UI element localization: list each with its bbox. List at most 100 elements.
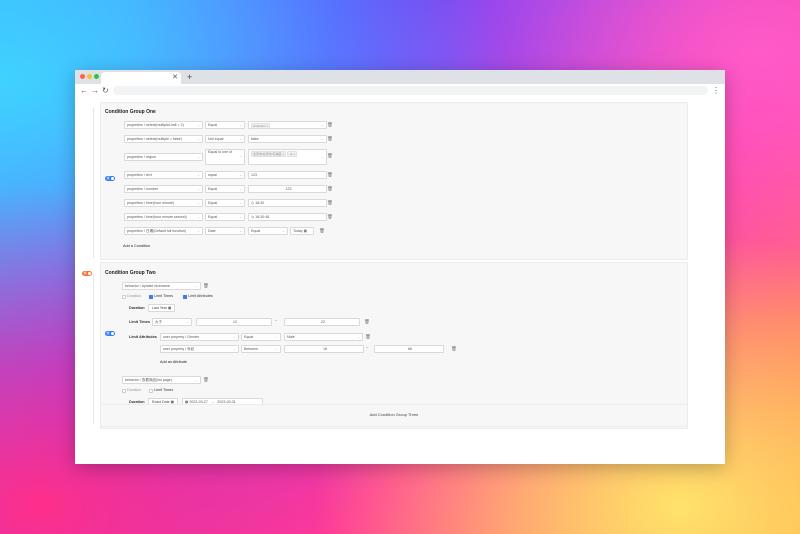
attribute-value-select[interactable]: Male ⌄ bbox=[284, 333, 363, 341]
property-select[interactable]: properties / select(multipleLimit = 2) ⌄ bbox=[124, 121, 203, 129]
group-two-outer-toggle[interactable]: 或 bbox=[82, 271, 92, 276]
duration-label: Duration bbox=[129, 306, 145, 310]
limit-times-min-input[interactable]: 12 bbox=[196, 318, 272, 326]
chevron-down-icon: ⌄ bbox=[238, 229, 242, 233]
attribute-property-select[interactable]: user property / 年纪 ⌄ bbox=[160, 345, 239, 353]
chevron-down-icon: ⌄ bbox=[320, 155, 324, 159]
attribute-property-select[interactable]: user property / Gender ⌄ bbox=[160, 333, 239, 341]
forward-icon[interactable]: → bbox=[91, 85, 99, 97]
browser-tab[interactable]: ✕ bbox=[101, 72, 181, 84]
chevron-down-icon: ⌄ bbox=[196, 201, 200, 205]
trash-icon[interactable]: 🗑 bbox=[365, 334, 371, 340]
text-value-input[interactable]: 123 bbox=[248, 171, 327, 179]
chevron-down-icon: ⌄ bbox=[185, 320, 189, 324]
time-value-input[interactable]: ◷ 18:30:48 bbox=[248, 213, 327, 221]
chevron-down-icon: ⌄ bbox=[320, 137, 324, 141]
property-select[interactable]: properties / time(hour minute) ⌄ bbox=[124, 199, 203, 207]
trash-icon[interactable]: 🗑 bbox=[364, 319, 370, 325]
chevron-down-icon: ⌄ bbox=[196, 137, 200, 141]
property-select[interactable]: properties / number ⌄ bbox=[124, 185, 203, 193]
back-icon[interactable]: ← bbox=[80, 85, 88, 97]
chevron-down-icon: ⌄ bbox=[238, 123, 242, 127]
minimize-window-dot[interactable] bbox=[87, 74, 92, 79]
date-value-input[interactable]: Today ▦ bbox=[290, 227, 314, 235]
group-one-logic-toggle[interactable]: 或 bbox=[105, 176, 115, 181]
operator-select[interactable]: Equal ⌄ bbox=[205, 199, 245, 207]
chevron-down-icon: ⌄ bbox=[196, 187, 200, 191]
time-value-input[interactable]: ◷ 18:30 bbox=[248, 199, 327, 207]
value-tag: Unknown × bbox=[251, 122, 271, 128]
behavior-select[interactable]: behavior / Update nickname ⌄ bbox=[122, 282, 201, 290]
behavior-select[interactable]: behavior / 查看商品(list page) ⌄ bbox=[122, 376, 201, 384]
limit-times-label: Limit Times bbox=[129, 320, 151, 324]
duration-checkbox[interactable] bbox=[122, 389, 126, 393]
chevron-down-icon: ⌄ bbox=[196, 215, 200, 219]
chevron-down-icon: ⌄ bbox=[196, 123, 200, 127]
add-attribute-button[interactable]: Add an Attribute bbox=[160, 360, 187, 364]
duration-checkbox[interactable] bbox=[122, 295, 126, 299]
limit-times-operator-select[interactable]: 大于 ⌄ bbox=[152, 318, 192, 326]
chevron-down-icon: ⌄ bbox=[238, 215, 242, 219]
duration-option-label: Duration bbox=[127, 294, 142, 298]
trash-icon[interactable]: 🗑 bbox=[319, 228, 325, 234]
trash-icon[interactable]: 🗑 bbox=[327, 153, 333, 159]
close-tab-icon[interactable]: ✕ bbox=[172, 72, 178, 84]
property-select[interactable]: properties / region ⌄ bbox=[124, 153, 203, 161]
new-tab-icon[interactable]: + bbox=[187, 71, 192, 83]
property-select[interactable]: properties / text ⌄ bbox=[124, 171, 203, 179]
chevron-down-icon: ⌄ bbox=[238, 173, 242, 177]
value-multiselect[interactable]: Unknown × ⌄ bbox=[248, 121, 327, 129]
add-condition-button[interactable]: Add a Condition bbox=[123, 244, 150, 248]
trash-icon[interactable]: 🗑 bbox=[327, 122, 333, 128]
operator-select[interactable]: Equal ⌄ bbox=[205, 121, 245, 129]
property-select[interactable]: properties / select(multiple = false) ⌄ bbox=[124, 135, 203, 143]
trash-icon[interactable]: 🗑 bbox=[327, 200, 333, 206]
operator-select[interactable]: equal ⌄ bbox=[205, 171, 245, 179]
close-window-dot[interactable] bbox=[80, 74, 85, 79]
maximize-window-dot[interactable] bbox=[94, 74, 99, 79]
limit-times-option-label: Limit Times bbox=[154, 388, 174, 392]
group-divider-line bbox=[93, 274, 94, 424]
range-separator: ~ bbox=[366, 345, 369, 350]
attribute-operator-select[interactable]: Equal ⌄ bbox=[241, 333, 281, 341]
add-condition-group-button[interactable]: Add Condition Group Three bbox=[100, 404, 688, 427]
group-two-logic-toggle[interactable]: 或 bbox=[105, 331, 115, 336]
property-select[interactable]: properties / time(hour minute second) ⌄ bbox=[124, 213, 203, 221]
limit-times-checkbox[interactable] bbox=[149, 389, 153, 393]
tab-bar: ✕ + bbox=[75, 70, 725, 84]
number-value-input[interactable]: 123 bbox=[248, 185, 327, 193]
trash-icon[interactable]: 🗑 bbox=[327, 186, 333, 192]
chevron-down-icon: ⌄ bbox=[232, 347, 236, 351]
chevron-down-icon: ⌄ bbox=[356, 335, 360, 339]
operator-select[interactable]: Not equal ⌄ bbox=[205, 135, 245, 143]
range-separator: ~ bbox=[275, 318, 278, 323]
trash-icon[interactable]: 🗑 bbox=[327, 136, 333, 142]
url-input[interactable] bbox=[113, 86, 708, 95]
attribute-operator-select[interactable]: Between ⌄ bbox=[241, 345, 281, 353]
value-multiselect[interactable]: 北京市/北京市/东城区 × +1 × ⌄ bbox=[248, 149, 327, 165]
attribute-max-input[interactable]: 66 bbox=[374, 345, 444, 353]
operator-select[interactable]: Equal ⌄ bbox=[205, 185, 245, 193]
limit-times-max-input[interactable]: 22 bbox=[284, 318, 360, 326]
date-mode-select[interactable]: Date ⌄ bbox=[205, 227, 245, 235]
duration-picker[interactable]: Last Year ▦ bbox=[148, 304, 176, 312]
property-select[interactable]: properties / 日期(Default full function) ⌄ bbox=[124, 227, 203, 235]
trash-icon[interactable]: 🗑 bbox=[451, 346, 457, 352]
limit-attributes-checkbox[interactable] bbox=[183, 295, 187, 299]
chevron-down-icon: ⌄ bbox=[232, 335, 236, 339]
chevron-down-icon: ⌄ bbox=[238, 201, 242, 205]
value-select[interactable]: false ⌄ bbox=[248, 135, 327, 143]
chevron-down-icon: ⌄ bbox=[238, 154, 242, 158]
trash-icon[interactable]: 🗑 bbox=[203, 377, 209, 383]
trash-icon[interactable]: 🗑 bbox=[327, 214, 333, 220]
operator-select[interactable]: Equal to one of ⌄ bbox=[205, 149, 245, 165]
operator-select[interactable]: Equal ⌄ bbox=[248, 227, 288, 235]
reload-icon[interactable]: ↻ bbox=[102, 85, 109, 97]
trash-icon[interactable]: 🗑 bbox=[327, 172, 333, 178]
operator-select[interactable]: Equal ⌄ bbox=[205, 213, 245, 221]
chevron-down-icon: ⌄ bbox=[281, 229, 285, 233]
limit-times-checkbox[interactable] bbox=[149, 295, 153, 299]
menu-icon[interactable]: ⋮ bbox=[712, 84, 720, 98]
trash-icon[interactable]: 🗑 bbox=[203, 283, 209, 289]
attribute-min-input[interactable]: 16 bbox=[284, 345, 364, 353]
